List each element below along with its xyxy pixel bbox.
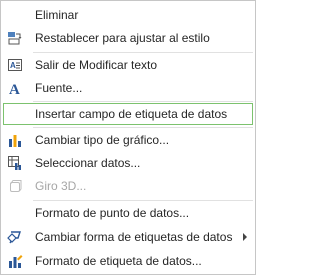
menu-item-giro-3d[interactable]: Giro 3D...: [3, 175, 253, 197]
menu-item-label: Restablecer para ajustar al estilo: [35, 31, 210, 45]
menu-item-salir-modificar-texto[interactable]: A Salir de Modificar texto: [3, 54, 253, 76]
3d-rotation-icon: [7, 178, 23, 194]
menu-item-label: Fuente...: [35, 81, 83, 95]
menu-separator: [33, 200, 253, 201]
menu-item-label: Insertar campo de etiqueta de datos: [35, 107, 228, 121]
menu-item-label: Cambiar tipo de gráfico...: [35, 133, 170, 147]
menu-item-formato-punto-datos[interactable]: Formato de punto de datos...: [3, 202, 253, 224]
menu-separator: [33, 52, 253, 53]
menu-item-cambiar-tipo-grafico[interactable]: Cambiar tipo de gráfico...: [3, 129, 253, 151]
menu-item-fuente[interactable]: A Fuente...: [3, 77, 253, 99]
bar-chart-icon: [7, 132, 23, 148]
menu-item-label: Formato de punto de datos...: [35, 206, 190, 220]
menu-separator: [33, 127, 253, 128]
svg-text:A: A: [9, 82, 20, 96]
format-data-label-icon: [7, 253, 23, 269]
context-menu: Eliminar Restablecer para ajustar al est…: [0, 0, 256, 275]
reset-style-icon: [7, 30, 23, 46]
svg-text:A: A: [10, 61, 16, 70]
menu-item-label: Giro 3D...: [35, 179, 87, 193]
menu-item-eliminar[interactable]: Eliminar: [3, 4, 253, 26]
text-box-icon: A: [7, 57, 23, 73]
menu-item-cambiar-forma-etiquetas[interactable]: Cambiar forma de etiquetas de datos: [3, 226, 253, 248]
menu-item-insertar-campo[interactable]: Insertar campo de etiqueta de datos: [3, 103, 253, 125]
shape-change-icon: [7, 229, 23, 245]
menu-item-label: Seleccionar datos...: [35, 156, 141, 170]
submenu-arrow-icon: [243, 233, 247, 241]
menu-item-label: Salir de Modificar texto: [35, 58, 158, 72]
menu-item-seleccionar-datos[interactable]: Seleccionar datos...: [3, 152, 253, 174]
menu-item-formato-etiqueta-datos[interactable]: Formato de etiqueta de datos...: [3, 250, 253, 272]
menu-separator: [33, 101, 253, 102]
menu-item-restablecer[interactable]: Restablecer para ajustar al estilo: [3, 27, 253, 49]
select-data-icon: [7, 155, 23, 171]
font-icon: A: [7, 80, 23, 96]
menu-item-label: Cambiar forma de etiquetas de datos: [35, 230, 233, 244]
menu-item-label: Eliminar: [35, 8, 79, 22]
menu-item-label: Formato de etiqueta de datos...: [35, 254, 202, 268]
